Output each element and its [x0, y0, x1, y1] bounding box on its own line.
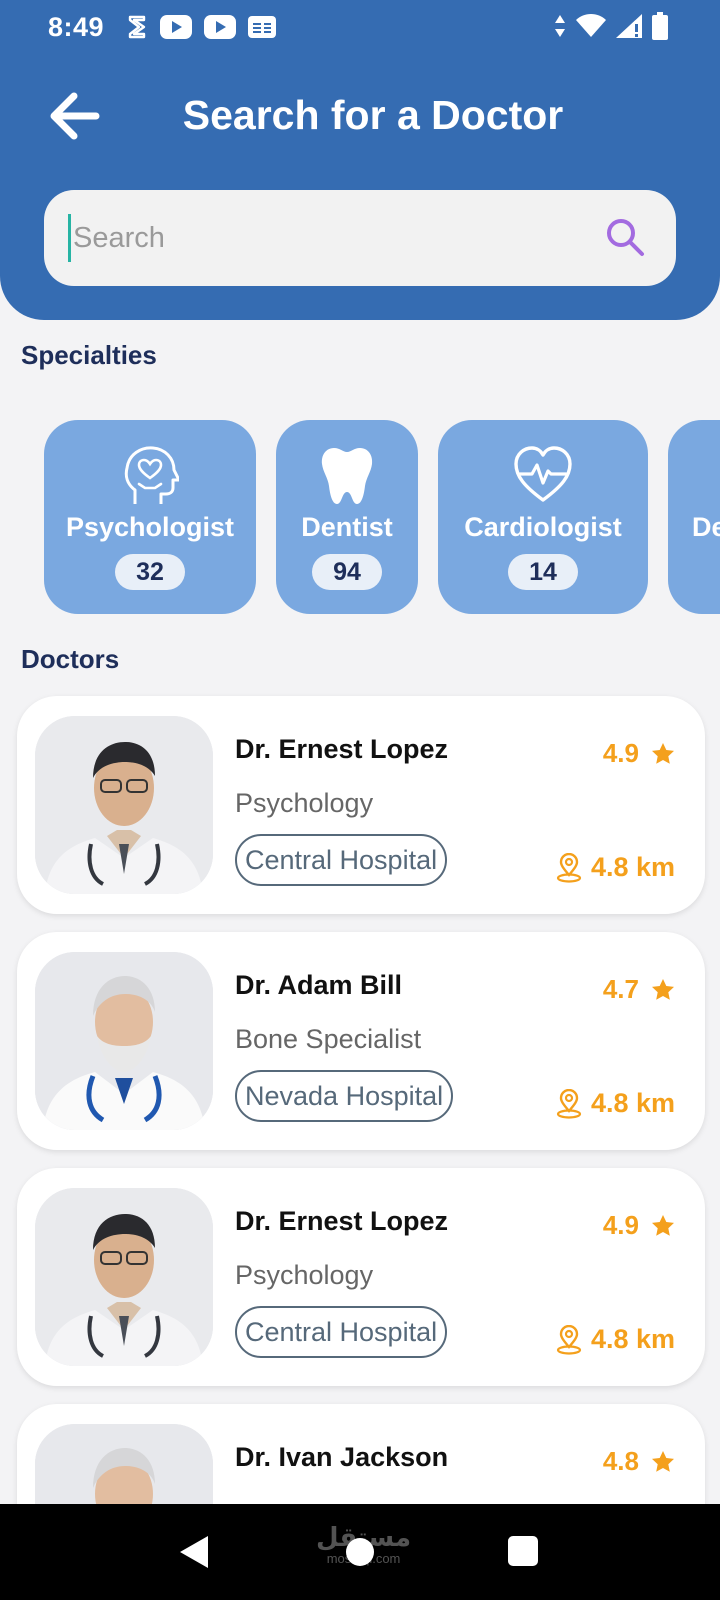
distance-value: 4.8 km [590, 1324, 675, 1354]
search-input[interactable] [68, 214, 588, 262]
specialty-card-cardiologist[interactable]: Cardiologist 14 [438, 420, 648, 614]
star-icon [652, 1214, 674, 1236]
rating-value: 4.8 [602, 1446, 639, 1476]
location-pin-icon [556, 1088, 582, 1119]
wifi-icon [576, 14, 606, 38]
notification-icon [126, 14, 148, 40]
status-right-icons [554, 12, 668, 40]
specialty-card-dentist[interactable]: Dentist 94 [276, 420, 418, 614]
doctor-card[interactable]: Dr. Ernest Lopez Psychology Central Hosp… [17, 1168, 705, 1386]
doctor-name: Dr. Adam Bill [235, 970, 403, 1000]
status-time: 8:49 [48, 12, 105, 42]
nav-recents-button[interactable] [508, 1536, 538, 1566]
doctor-distance: 4.8 km [555, 852, 675, 883]
specialty-count: 94 [312, 554, 382, 590]
doctor-photo [35, 952, 213, 1130]
doctor-rating: 4.9 [603, 1210, 675, 1241]
nav-home-button[interactable] [346, 1538, 374, 1566]
doctor-rating: 4.7 [603, 974, 675, 1005]
tooth-icon [321, 448, 373, 504]
system-nav-bar: مستقل mostaql.com [0, 1504, 720, 1600]
doctor-card[interactable]: Dr. Adam Bill Bone Specialist Nevada Hos… [17, 932, 705, 1150]
doctor-rating: 4.9 [603, 738, 675, 769]
youtube-icon [204, 15, 236, 39]
specialty-label: Cardiologist [464, 512, 622, 542]
head-heart-icon [124, 446, 179, 504]
youtube-icon [160, 15, 192, 39]
doctor-photo [35, 1188, 213, 1366]
distance-value: 4.8 km [590, 1088, 675, 1118]
hospital-tag[interactable]: Central Hospital [235, 1306, 448, 1358]
star-icon [652, 742, 674, 764]
doctor-distance: 4.8 km [555, 1088, 675, 1119]
status-bar: 8:49 [0, 0, 720, 56]
doctor-card[interactable]: Dr. Ernest Lopez Psychology Central Hosp… [17, 696, 705, 914]
specialty-count: 14 [508, 554, 578, 590]
page-title: Search for a Doctor [182, 92, 564, 138]
header: 8:49 Search for a Doctor Search [0, 0, 720, 320]
app-screen: 8:49 Search for a Doctor Search Specialt… [0, 0, 720, 1600]
specialties-list: Psychologist 32 Dentist 94 Cardiologist … [44, 420, 720, 616]
specialties-title: Specialties [21, 340, 157, 370]
specialty-label: De [692, 512, 720, 542]
back-triangle-icon [180, 1536, 208, 1568]
battery-icon [652, 12, 668, 40]
location-pin-icon [556, 1324, 582, 1355]
news-icon [248, 16, 276, 38]
search-icon [607, 219, 644, 256]
heartbeat-icon [514, 446, 572, 502]
rating-value: 4.7 [602, 974, 639, 1004]
doctor-distance: 4.8 km [555, 1324, 675, 1355]
doctor-specialty: Bone Specialist [235, 1024, 422, 1054]
star-icon [652, 1450, 674, 1472]
specialty-label: Dentist [301, 512, 393, 542]
specialty-count: 32 [115, 554, 185, 590]
specialty-label: Psychologist [65, 512, 235, 542]
search-button[interactable] [604, 216, 648, 260]
rating-value: 4.9 [602, 738, 639, 768]
nav-back-button[interactable] [178, 1534, 210, 1570]
doctor-name: Dr. Ernest Lopez [235, 1206, 449, 1236]
location-pin-icon [556, 852, 582, 883]
doctor-specialty: Psychology [235, 1260, 374, 1290]
doctor-rating: 4.8 [603, 1446, 675, 1477]
specialty-card-psychologist[interactable]: Psychologist 32 [44, 420, 256, 614]
hospital-tag[interactable]: Central Hospital [235, 834, 448, 886]
rating-value: 4.9 [602, 1210, 639, 1240]
status-left-icons [126, 14, 276, 40]
signal-icon [616, 14, 642, 38]
distance-value: 4.8 km [590, 852, 675, 882]
search-bar [44, 190, 676, 286]
star-icon [652, 978, 674, 1000]
doctor-photo [35, 716, 213, 894]
data-arrows-icon [554, 14, 566, 38]
doctor-name: Dr. Ivan Jackson [235, 1442, 449, 1472]
hospital-tag[interactable]: Nevada Hospital [235, 1070, 454, 1122]
specialty-card-partial[interactable]: De [668, 420, 720, 614]
doctor-specialty: Psychology [235, 788, 374, 818]
doctor-name: Dr. Ernest Lopez [235, 734, 449, 764]
doctors-title: Doctors [21, 644, 120, 674]
